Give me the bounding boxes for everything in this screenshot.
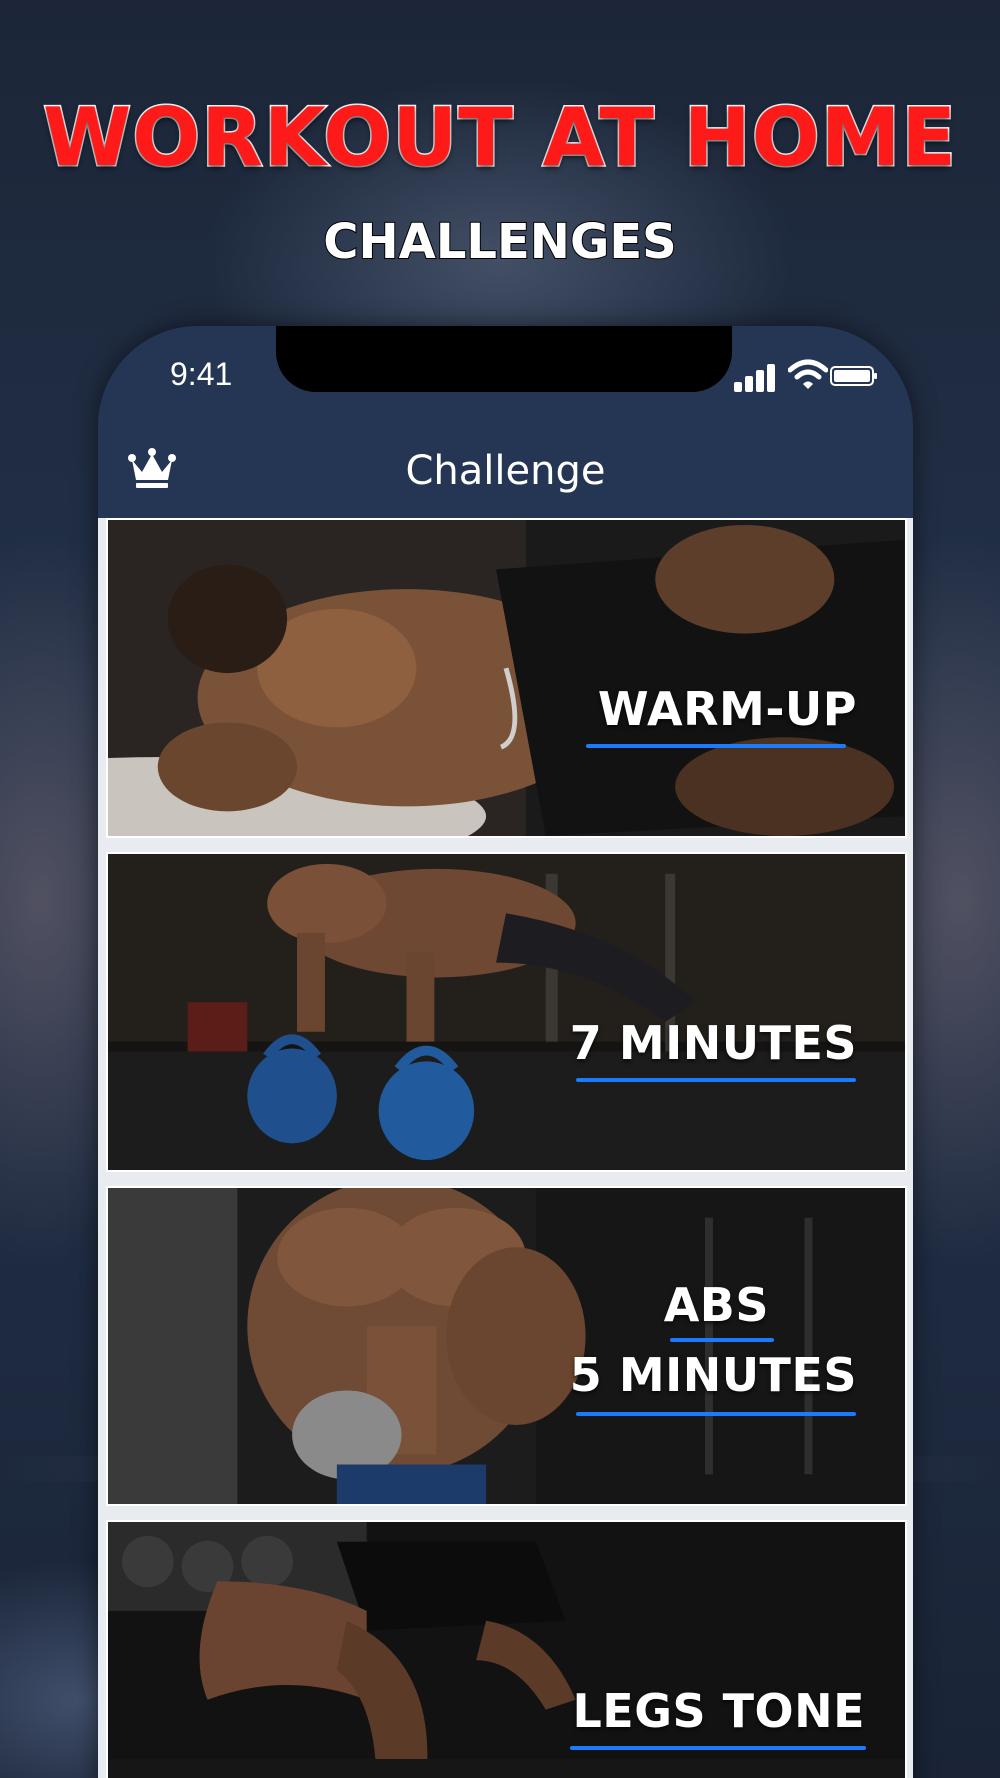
challenge-card-warm-up[interactable]: WARM-UP bbox=[106, 518, 907, 838]
title-underline bbox=[586, 744, 846, 748]
app-header: Challenge bbox=[98, 426, 913, 518]
promo-screen: WORKOUT AT HOME CHALLENGES 9:41 Challeng… bbox=[0, 0, 1000, 1778]
cellular-signal-icon bbox=[734, 362, 780, 392]
challenge-image bbox=[108, 520, 905, 836]
challenge-card-abs-5-minutes[interactable]: ABS 5 MINUTES bbox=[106, 1186, 907, 1506]
challenge-card-7-minutes[interactable]: 7 MINUTES bbox=[106, 852, 907, 1172]
challenge-title: WARM-UP bbox=[597, 682, 857, 736]
challenge-title: LEGS TONE bbox=[572, 1684, 865, 1738]
subtitle-underline bbox=[576, 1412, 856, 1416]
challenge-card-legs-tone[interactable]: LEGS TONE bbox=[106, 1520, 907, 1778]
promo-headline: WORKOUT AT HOME bbox=[42, 90, 958, 186]
phone-frame: 9:41 Challenge WARM-UP 7 MINUTES ABS 5 M… bbox=[98, 326, 913, 1778]
challenge-list: WARM-UP 7 MINUTES ABS 5 MINUTES LEGS TON… bbox=[98, 518, 913, 1778]
page-title: Challenge bbox=[405, 448, 606, 494]
challenge-title: 7 MINUTES bbox=[569, 1016, 857, 1070]
challenge-subtitle: 5 MINUTES bbox=[569, 1348, 857, 1402]
title-underline bbox=[670, 1338, 774, 1342]
challenge-image bbox=[108, 1188, 905, 1504]
battery-icon bbox=[830, 366, 877, 386]
title-underline bbox=[576, 1078, 856, 1082]
status-time: 9:41 bbox=[170, 356, 233, 392]
title-underline bbox=[570, 1746, 866, 1750]
wifi-icon bbox=[788, 359, 828, 389]
challenge-image bbox=[108, 1522, 905, 1778]
promo-subheadline: CHALLENGES bbox=[322, 213, 677, 271]
challenge-title: ABS bbox=[663, 1278, 769, 1332]
phone-notch bbox=[276, 326, 732, 392]
challenge-image bbox=[108, 854, 905, 1170]
